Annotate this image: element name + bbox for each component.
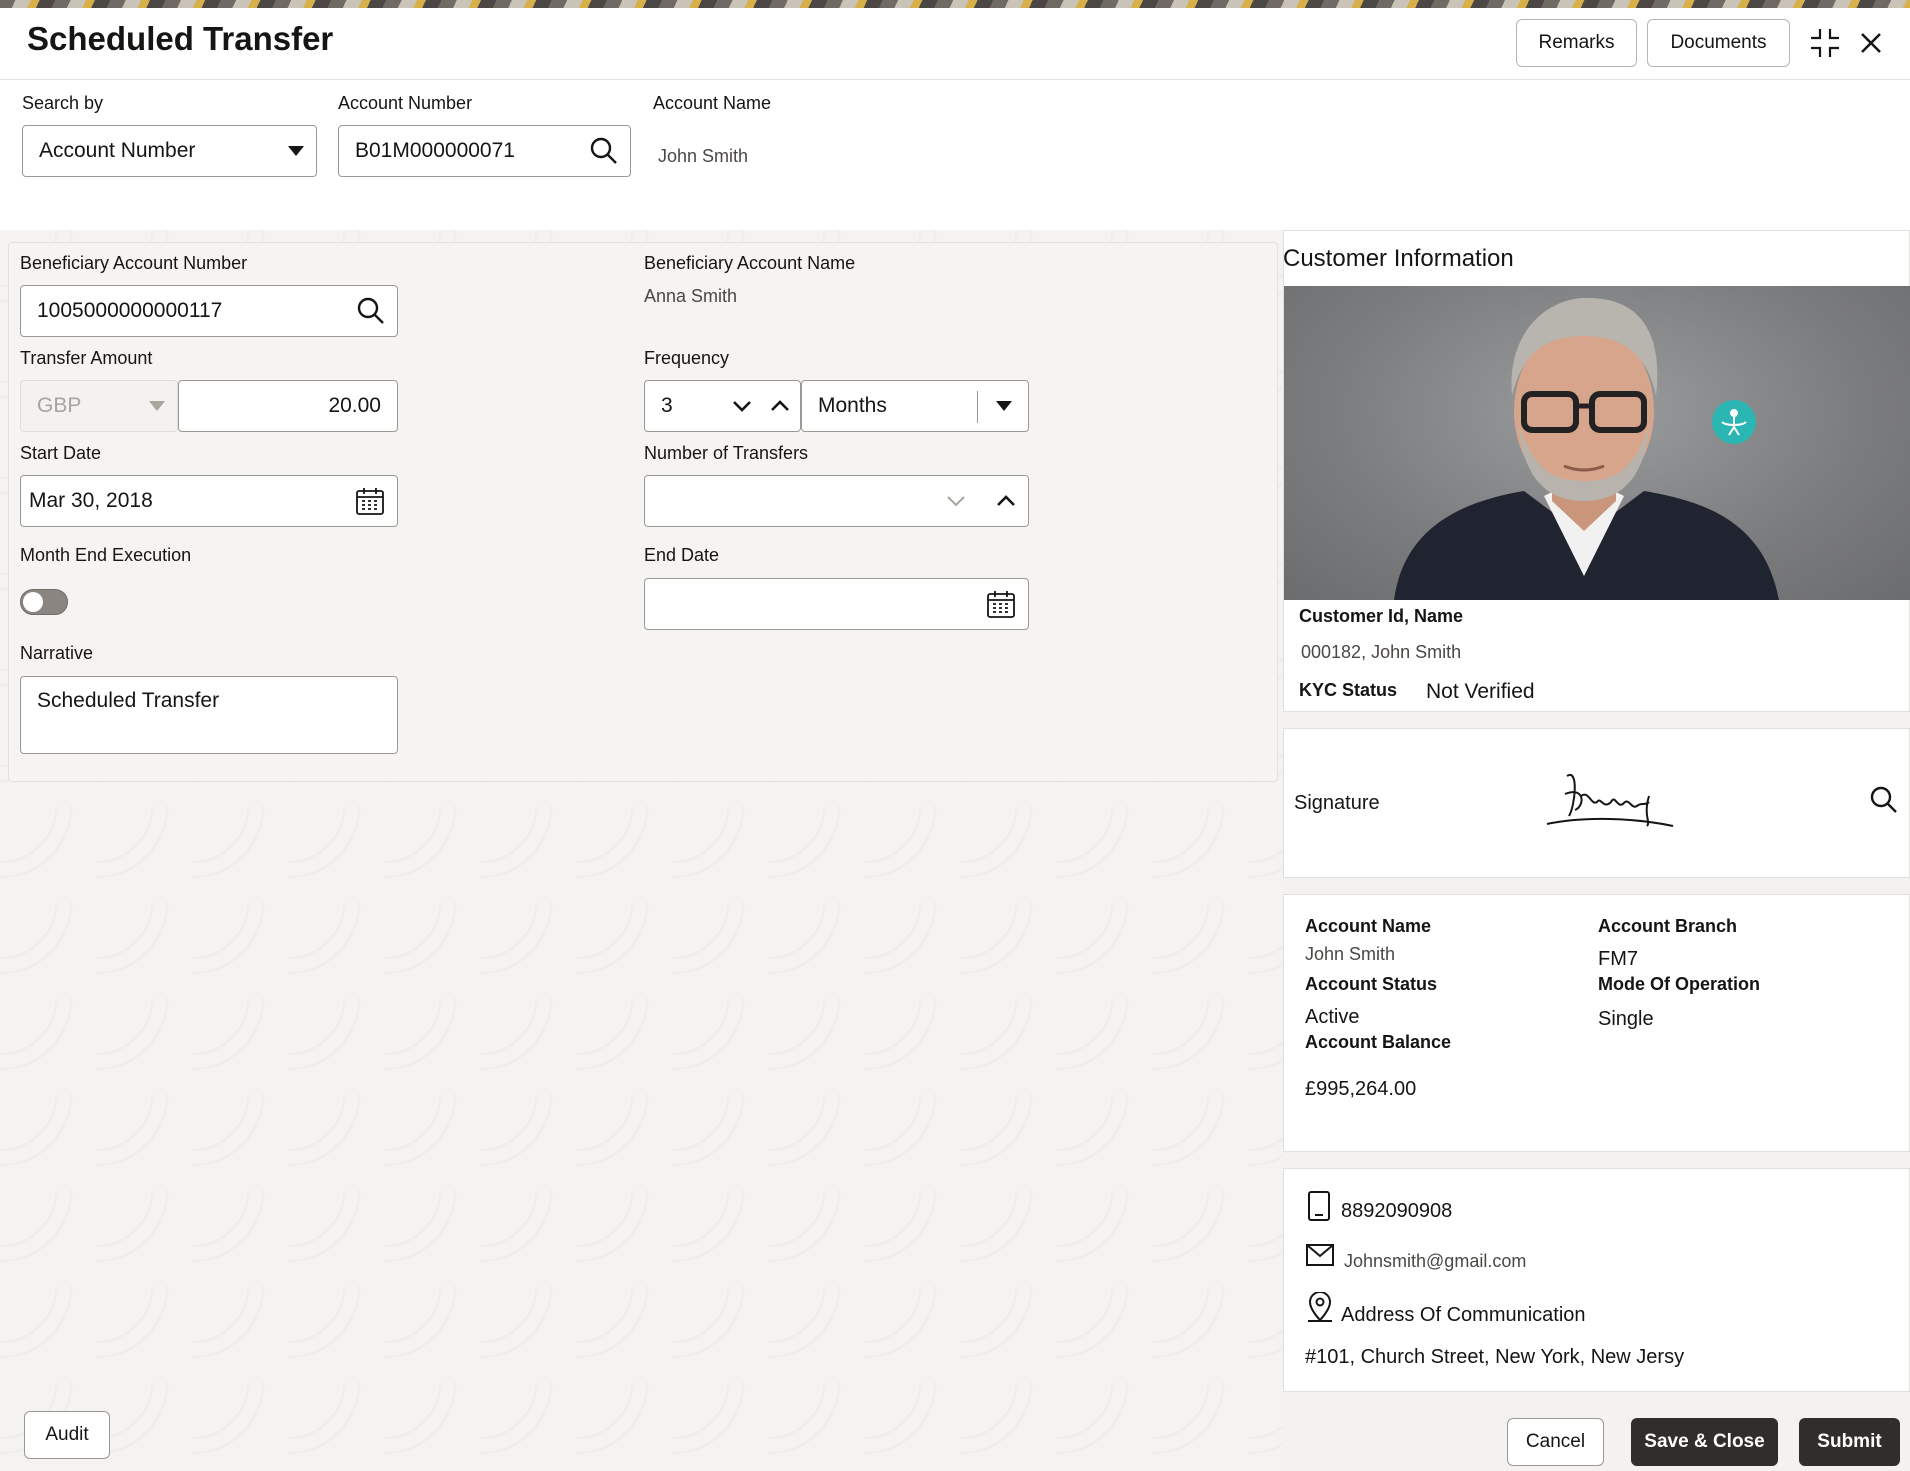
beneficiary-search-icon[interactable] (357, 297, 385, 325)
search-by-select[interactable]: Account Number (22, 125, 317, 177)
end-date-input[interactable] (644, 578, 1029, 630)
beneficiary-account-name-label: Beneficiary Account Name (644, 253, 856, 273)
signature-search-icon[interactable] (1870, 786, 1898, 814)
narrative-value: Scheduled Transfer (37, 689, 220, 712)
mail-icon (1306, 1244, 1334, 1271)
account-name-value: John Smith (658, 146, 749, 166)
frequency-stepper[interactable]: 3 (644, 380, 801, 432)
search-bar: Search by Account Number Account Number … (0, 80, 1910, 230)
phone-value: 8892090908 (1341, 1200, 1453, 1222)
customer-photo (1284, 286, 1910, 600)
accessibility-icon[interactable] (1712, 400, 1756, 444)
top-decorative-strip (0, 0, 1910, 8)
search-by-value: Account Number (39, 139, 196, 162)
frequency-unit-select[interactable]: Months (801, 380, 1029, 432)
account-number-value: B01M000000071 (355, 139, 515, 162)
phone-icon (1307, 1190, 1331, 1227)
account-branch-label: Account Branch (1598, 916, 1738, 936)
frequency-value: 3 (661, 394, 673, 417)
search-icon[interactable] (590, 137, 618, 165)
transfer-amount-label: Transfer Amount (20, 348, 153, 368)
amount-value: 20.00 (328, 394, 381, 417)
email-value: Johnsmith@gmail.com (1344, 1251, 1527, 1271)
decrement-chevron-icon[interactable] (946, 494, 966, 508)
mode-of-operation-label: Mode Of Operation (1598, 974, 1760, 994)
signature-label: Signature (1294, 792, 1380, 814)
currency-caret-icon (149, 401, 165, 411)
number-of-transfers-controls (946, 494, 1016, 508)
account-name-detail-label: Account Name (1305, 916, 1432, 936)
customer-id-name-value: 000182, John Smith (1301, 642, 1462, 662)
month-end-execution-toggle[interactable] (20, 589, 68, 615)
close-icon[interactable] (1856, 28, 1886, 58)
narrative-label: Narrative (20, 643, 94, 663)
increment-chevron-icon[interactable] (770, 399, 790, 413)
page-title: Scheduled Transfer (27, 20, 334, 57)
account-balance-label: Account Balance (1305, 1032, 1452, 1052)
account-balance-value: £995,264.00 (1305, 1078, 1417, 1100)
page-header: Scheduled Transfer Remarks Documents (0, 8, 1910, 80)
end-date-calendar-icon[interactable] (986, 589, 1016, 619)
account-name-label: Account Name (653, 93, 772, 113)
beneficiary-account-number-value: 1005000000000117 (37, 299, 223, 322)
save-close-button[interactable]: Save & Close (1631, 1418, 1778, 1466)
account-name-detail-value: John Smith (1305, 944, 1396, 964)
signature-image (1545, 766, 1675, 830)
currency-value: GBP (37, 394, 82, 417)
amount-input[interactable]: 20.00 (178, 380, 398, 432)
customer-id-name-label: Customer Id, Name (1299, 606, 1464, 626)
cancel-button[interactable]: Cancel (1507, 1418, 1604, 1466)
start-date-label: Start Date (20, 443, 102, 463)
kyc-status-label: KYC Status (1299, 680, 1398, 700)
mode-of-operation-value: Single (1598, 1008, 1654, 1030)
account-number-input[interactable]: B01M000000071 (338, 125, 631, 177)
kyc-status-value: Not Verified (1426, 680, 1535, 703)
narrative-textarea[interactable]: Scheduled Transfer (20, 676, 398, 754)
audit-button[interactable]: Audit (24, 1411, 110, 1459)
decrement-chevron-icon[interactable] (732, 399, 752, 413)
frequency-unit-value: Months (818, 394, 887, 417)
beneficiary-account-number-input[interactable]: 1005000000000117 (20, 285, 398, 337)
beneficiary-account-name-value: Anna Smith (644, 286, 738, 306)
frequency-unit-caret-icon (996, 401, 1012, 411)
toggle-knob (23, 592, 43, 612)
address-value: #101, Church Street, New York, New Jersy (1305, 1346, 1685, 1368)
address-label: Address Of Communication (1341, 1304, 1586, 1326)
calendar-icon[interactable] (355, 486, 385, 516)
start-date-value: Mar 30, 2018 (29, 489, 153, 512)
start-date-input[interactable]: Mar 30, 2018 (20, 475, 398, 527)
frequency-stepper-controls (732, 399, 790, 413)
number-of-transfers-label: Number of Transfers (644, 443, 809, 463)
number-of-transfers-stepper[interactable] (644, 475, 1029, 527)
remarks-button[interactable]: Remarks (1516, 19, 1637, 67)
search-by-label: Search by (22, 93, 104, 113)
beneficiary-account-number-label: Beneficiary Account Number (20, 253, 248, 273)
caret-down-icon (288, 146, 304, 156)
documents-button[interactable]: Documents (1647, 19, 1790, 67)
submit-button[interactable]: Submit (1799, 1418, 1900, 1466)
currency-select[interactable]: GBP (20, 380, 178, 432)
minimize-icon[interactable] (1808, 26, 1842, 60)
location-pin-icon (1307, 1291, 1333, 1327)
account-number-label: Account Number (338, 93, 473, 113)
month-end-execution-label: Month End Execution (20, 545, 192, 565)
increment-chevron-icon[interactable] (996, 494, 1016, 508)
end-date-label: End Date (644, 545, 720, 565)
account-branch-value: FM7 (1598, 948, 1638, 970)
select-divider (977, 391, 978, 423)
customer-info-title: Customer Information (1283, 245, 1514, 272)
account-status-value: Active (1305, 1006, 1360, 1028)
account-status-label: Account Status (1305, 974, 1438, 994)
transfer-form: Beneficiary Account Number 1005000000000… (8, 242, 1278, 782)
frequency-label: Frequency (644, 348, 730, 368)
